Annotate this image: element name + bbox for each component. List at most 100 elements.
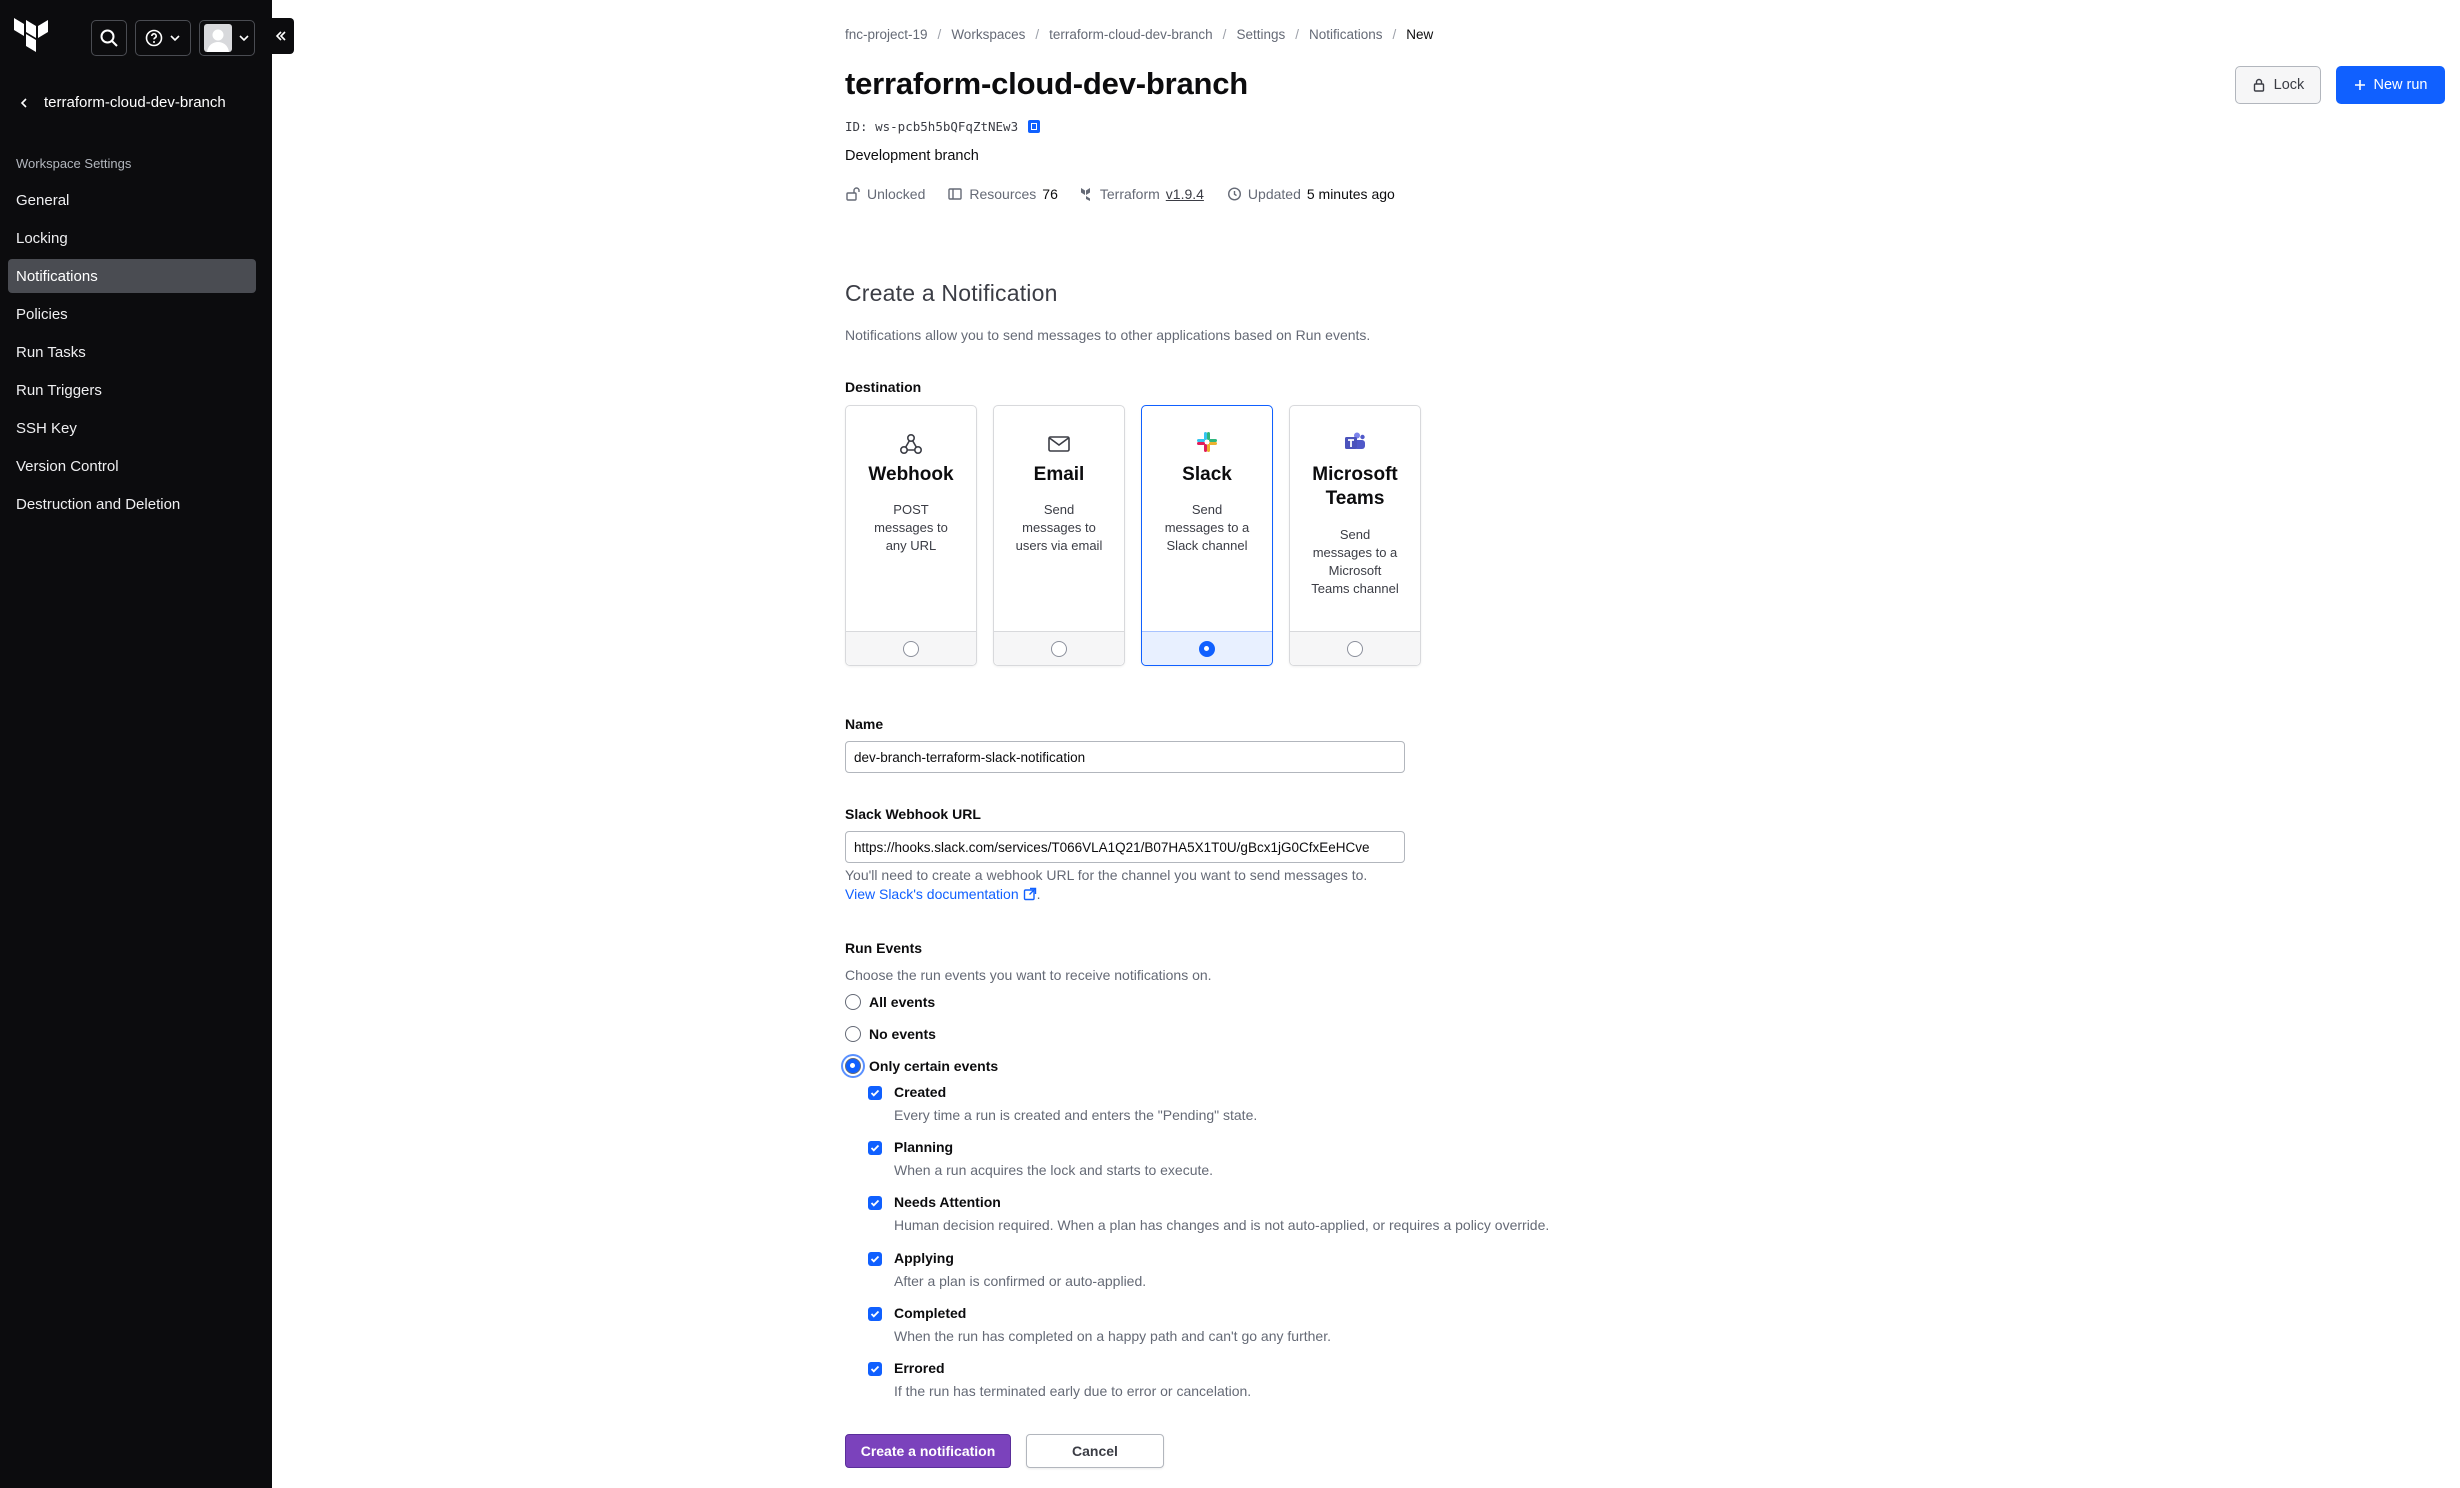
certain-events-radio[interactable] bbox=[845, 1058, 861, 1074]
form-description: Notifications allow you to send messages… bbox=[845, 327, 1371, 343]
applying-checkbox[interactable] bbox=[868, 1252, 882, 1266]
sidebar-item-ssh-key[interactable]: SSH Key bbox=[8, 411, 256, 445]
sidebar-item-general[interactable]: General bbox=[8, 183, 256, 217]
terraform-version-link[interactable]: v1.9.4 bbox=[1166, 186, 1204, 202]
check-icon bbox=[870, 1310, 880, 1318]
terraform-small-icon bbox=[1080, 188, 1090, 201]
errored-checkbox[interactable] bbox=[868, 1362, 882, 1376]
microsoft-teams-icon bbox=[1290, 431, 1420, 453]
destination-desc: POST messages to any URL bbox=[874, 502, 948, 553]
lock-icon bbox=[2253, 78, 2264, 92]
run-events-description: Choose the run events you want to receiv… bbox=[845, 967, 1212, 983]
destination-title: Webhook bbox=[868, 464, 954, 485]
all-events-radio[interactable] bbox=[845, 994, 861, 1010]
name-input[interactable] bbox=[845, 741, 1405, 773]
no-events-radio[interactable] bbox=[845, 1026, 861, 1042]
page-title: terraform-cloud-dev-branch bbox=[845, 66, 1249, 101]
created-checkbox[interactable] bbox=[868, 1086, 882, 1100]
cancel-button[interactable]: Cancel bbox=[1026, 1434, 1164, 1468]
event-option-all[interactable]: All events bbox=[845, 994, 935, 1010]
breadcrumb-settings[interactable]: Settings bbox=[1236, 27, 1285, 42]
back-to-workspace-link[interactable]: terraform-cloud-dev-branch bbox=[18, 94, 226, 111]
check-icon bbox=[870, 1144, 880, 1152]
user-menu-button[interactable] bbox=[199, 20, 255, 56]
destination-webhook-radio[interactable] bbox=[903, 640, 919, 657]
name-label: Name bbox=[845, 716, 884, 732]
check-icon bbox=[870, 1365, 880, 1373]
chevrons-left-icon bbox=[275, 31, 286, 41]
new-run-button[interactable]: New run bbox=[2336, 66, 2445, 104]
back-link-label: terraform-cloud-dev-branch bbox=[44, 94, 226, 111]
external-link-icon bbox=[1023, 887, 1036, 901]
chevron-down-icon bbox=[170, 35, 180, 42]
destination-label: Destination bbox=[845, 379, 922, 395]
destination-slack-radio[interactable] bbox=[1199, 640, 1215, 657]
webhook-icon bbox=[846, 431, 976, 457]
breadcrumb-workspaces[interactable]: Workspaces bbox=[951, 27, 1025, 42]
workspace-id-value: ws-pcb5h5bQFqZtNEw3 bbox=[875, 118, 1019, 134]
destination-email-radio[interactable] bbox=[1051, 640, 1067, 657]
check-icon bbox=[870, 1199, 880, 1207]
help-menu-button[interactable] bbox=[135, 20, 191, 56]
terraform-version: Terraform v1.9.4 bbox=[1080, 186, 1204, 202]
run-events-label: Run Events bbox=[845, 940, 923, 956]
destination-teams-radio[interactable] bbox=[1347, 640, 1363, 657]
planning-checkbox[interactable] bbox=[868, 1141, 882, 1155]
breadcrumb-workspace[interactable]: terraform-cloud-dev-branch bbox=[1049, 27, 1213, 42]
settings-nav: General Locking Notifications Policies R… bbox=[8, 183, 256, 525]
workspace-meta: Unlocked Resources 76 Terraform v1.9.4 U… bbox=[845, 186, 1395, 202]
search-button[interactable] bbox=[91, 20, 127, 56]
sidebar-item-run-triggers[interactable]: Run Triggers bbox=[8, 373, 256, 407]
destination-email-card[interactable]: Email Send messages to users via email bbox=[993, 405, 1125, 666]
terraform-logo-icon[interactable] bbox=[14, 18, 50, 56]
help-icon bbox=[145, 29, 163, 47]
collapse-sidebar-button[interactable] bbox=[268, 18, 294, 54]
destination-title: Email bbox=[1033, 464, 1085, 485]
resources-count: Resources 76 bbox=[947, 186, 1058, 202]
avatar bbox=[204, 24, 232, 52]
updated-time: Updated 5 minutes ago bbox=[1226, 186, 1395, 202]
search-icon bbox=[100, 29, 118, 47]
resources-icon bbox=[948, 188, 963, 200]
destination-desc: Send messages to a Microsoft Teams chann… bbox=[1311, 527, 1399, 596]
destination-options: Webhook POST messages to any URL Email S… bbox=[845, 405, 1421, 666]
check-icon bbox=[870, 1255, 880, 1263]
slack-webhook-url-input[interactable] bbox=[845, 831, 1405, 863]
slack-icon bbox=[1142, 431, 1272, 453]
destination-slack-card[interactable]: Slack Send messages to a Slack channel bbox=[1141, 405, 1273, 666]
breadcrumb-notifications[interactable]: Notifications bbox=[1309, 27, 1383, 42]
create-notification-button[interactable]: Create a notification bbox=[845, 1434, 1011, 1468]
needs-attention-checkbox[interactable] bbox=[868, 1196, 882, 1210]
chevron-left-icon bbox=[20, 97, 27, 108]
sidebar-item-notifications[interactable]: Notifications bbox=[8, 259, 256, 293]
sidebar-item-locking[interactable]: Locking bbox=[8, 221, 256, 255]
sidebar-item-version-control[interactable]: Version Control bbox=[8, 449, 256, 483]
form-title: Create a Notification bbox=[845, 280, 1058, 306]
destination-desc: Send messages to users via email bbox=[1015, 502, 1103, 553]
slack-url-label: Slack Webhook URL bbox=[845, 806, 981, 822]
slack-docs-link[interactable]: View Slack's documentation bbox=[845, 886, 1037, 902]
copy-icon[interactable] bbox=[1026, 118, 1042, 134]
breadcrumb-project[interactable]: fnc-project-19 bbox=[845, 27, 928, 42]
check-icon bbox=[870, 1089, 880, 1097]
lock-status: Unlocked bbox=[845, 186, 925, 202]
event-option-none[interactable]: No events bbox=[845, 1026, 936, 1042]
sidebar: terraform-cloud-dev-branch Workspace Set… bbox=[0, 0, 294, 1488]
chevron-down-icon bbox=[239, 35, 249, 42]
destination-title: Microsoft Teams bbox=[1312, 464, 1398, 509]
sidebar-item-destruction-deletion[interactable]: Destruction and Deletion bbox=[8, 487, 256, 521]
sidebar-item-run-tasks[interactable]: Run Tasks bbox=[8, 335, 256, 369]
destination-webhook-card[interactable]: Webhook POST messages to any URL bbox=[845, 405, 977, 666]
mail-icon bbox=[994, 431, 1124, 457]
destination-title: Slack bbox=[1182, 464, 1232, 485]
slack-url-helper: You'll need to create a webhook URL for … bbox=[845, 867, 1368, 883]
unlock-icon bbox=[846, 187, 860, 201]
destination-teams-card[interactable]: Microsoft Teams Send messages to a Micro… bbox=[1289, 405, 1421, 666]
workspace-id: ID: ws-pcb5h5bQFqZtNEw3 bbox=[845, 118, 1042, 134]
event-option-certain[interactable]: Only certain events bbox=[845, 1058, 998, 1074]
sidebar-section-heading: Workspace Settings bbox=[16, 156, 132, 171]
sidebar-item-policies[interactable]: Policies bbox=[8, 297, 256, 331]
plus-icon bbox=[2354, 80, 2365, 90]
lock-button[interactable]: Lock bbox=[2235, 66, 2321, 104]
completed-checkbox[interactable] bbox=[868, 1307, 882, 1321]
